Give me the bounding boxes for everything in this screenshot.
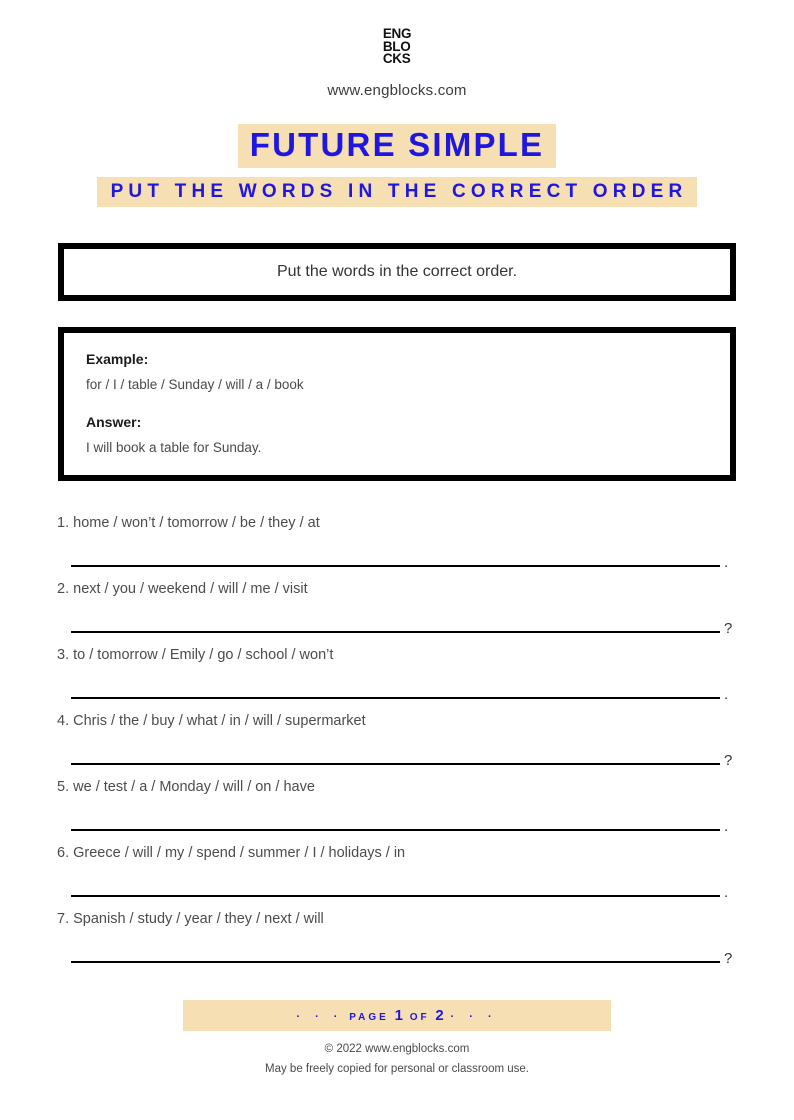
page-indicator: · · · PAGE 1 OF 2 · · · [183, 1000, 611, 1031]
answer-punctuation: ? [724, 752, 733, 770]
item-prompt: 7. Spanish / study / year / they / next … [57, 911, 742, 927]
subtitle-container: PUT THE WORDS IN THE CORRECT ORDER [0, 176, 794, 208]
item-words: next / you / weekend / will / me / visit [73, 581, 308, 598]
answer-line[interactable] [71, 565, 720, 568]
exercise-item: 6. Greece / will / my / spend / summer /… [57, 845, 742, 902]
answer-line[interactable] [71, 961, 720, 964]
exercise-item: 7. Spanish / study / year / they / next … [57, 911, 742, 968]
item-prompt: 4. Chris / the / buy / what / in / will … [57, 713, 742, 729]
item-prompt: 1. home / won’t / tomorrow / be / they /… [57, 515, 742, 531]
item-words: to / tomorrow / Emily / go / school / wo… [73, 647, 334, 664]
dots-right: · · · [450, 1011, 498, 1023]
answer-line[interactable] [71, 763, 720, 766]
answer-punctuation: . [724, 818, 729, 836]
page-total: 2 [435, 1007, 445, 1024]
answer-row[interactable]: . [57, 883, 742, 902]
item-number: 3. [57, 647, 70, 664]
item-number: 1. [57, 515, 70, 532]
engblocks-logo: ENG BLO CKS [382, 27, 412, 66]
page-number: 1 [394, 1007, 404, 1024]
item-words: home / won’t / tomorrow / be / they / at [73, 515, 320, 532]
answer-line[interactable] [71, 697, 720, 700]
item-number: 5. [57, 779, 70, 796]
item-prompt: 6. Greece / will / my / spend / summer /… [57, 845, 742, 861]
example-label: Example: [86, 351, 149, 368]
answer-punctuation: ? [724, 950, 733, 968]
example-box: Example: for / I / table / Sunday / will… [58, 327, 736, 482]
item-prompt: 2. next / you / weekend / will / me / vi… [57, 581, 742, 597]
answer-text: I will book a table for Sunday. [86, 440, 262, 456]
answer-row[interactable]: . [57, 685, 742, 704]
page-title: FUTURE SIMPLE [237, 124, 557, 168]
logo-line-3: CKS [382, 51, 411, 66]
answer-punctuation: . [724, 554, 729, 572]
answer-line[interactable] [71, 631, 720, 634]
exercise-list: 1. home / won’t / tomorrow / be / they /… [52, 515, 742, 968]
page-subtitle: PUT THE WORDS IN THE CORRECT ORDER [96, 176, 698, 208]
item-number: 7. [57, 911, 70, 928]
exercise-item: 1. home / won’t / tomorrow / be / they /… [57, 515, 742, 572]
worksheet-page: ENG BLO CKS www.engblocks.com FUTURE SIM… [0, 0, 794, 1120]
exercise-item: 2. next / you / weekend / will / me / vi… [57, 581, 742, 638]
instruction-text: Put the words in the correct order. [276, 263, 518, 281]
answer-punctuation: ? [724, 620, 733, 638]
item-prompt: 3. to / tomorrow / Emily / go / school /… [57, 647, 742, 663]
title-container: FUTURE SIMPLE [0, 124, 794, 168]
item-words: Spanish / study / year / they / next / w… [73, 911, 324, 928]
exercise-item: 4. Chris / the / buy / what / in / will … [57, 713, 742, 770]
answer-label: Answer: [86, 414, 142, 431]
answer-row[interactable]: ? [57, 619, 742, 638]
page-word: PAGE [349, 1012, 389, 1023]
item-words: Chris / the / buy / what / in / will / s… [73, 713, 366, 730]
answer-row[interactable]: ? [57, 751, 742, 770]
answer-line[interactable] [71, 895, 720, 898]
exercise-item: 5. we / test / a / Monday / will / on / … [57, 779, 742, 836]
instruction-box: Put the words in the correct order. [58, 243, 736, 302]
item-words: Greece / will / my / spend / summer / I … [73, 845, 406, 862]
dots-left: · · · [296, 1011, 344, 1023]
answer-line[interactable] [71, 829, 720, 832]
answer-row[interactable]: ? [57, 949, 742, 968]
license-text: May be freely copied for personal or cla… [265, 1063, 529, 1075]
item-number: 4. [57, 713, 70, 730]
answer-punctuation: . [724, 686, 729, 704]
answer-punctuation: . [724, 884, 729, 902]
page-band-container: · · · PAGE 1 OF 2 · · · [0, 1000, 794, 1031]
site-url: www.engblocks.com [327, 82, 467, 99]
example-text: for / I / table / Sunday / will / a / bo… [86, 377, 304, 393]
item-number: 6. [57, 845, 70, 862]
item-prompt: 5. we / test / a / Monday / will / on / … [57, 779, 742, 795]
brand-header: ENG BLO CKS www.engblocks.com [0, 0, 794, 99]
item-words: we / test / a / Monday / will / on / hav… [73, 779, 315, 796]
exercise-item: 3. to / tomorrow / Emily / go / school /… [57, 647, 742, 704]
copyright-text: © 2022 www.engblocks.com [324, 1043, 470, 1055]
answer-row[interactable]: . [57, 817, 742, 836]
item-number: 2. [57, 581, 70, 598]
of-word: OF [409, 1012, 430, 1023]
answer-row[interactable]: . [57, 553, 742, 572]
